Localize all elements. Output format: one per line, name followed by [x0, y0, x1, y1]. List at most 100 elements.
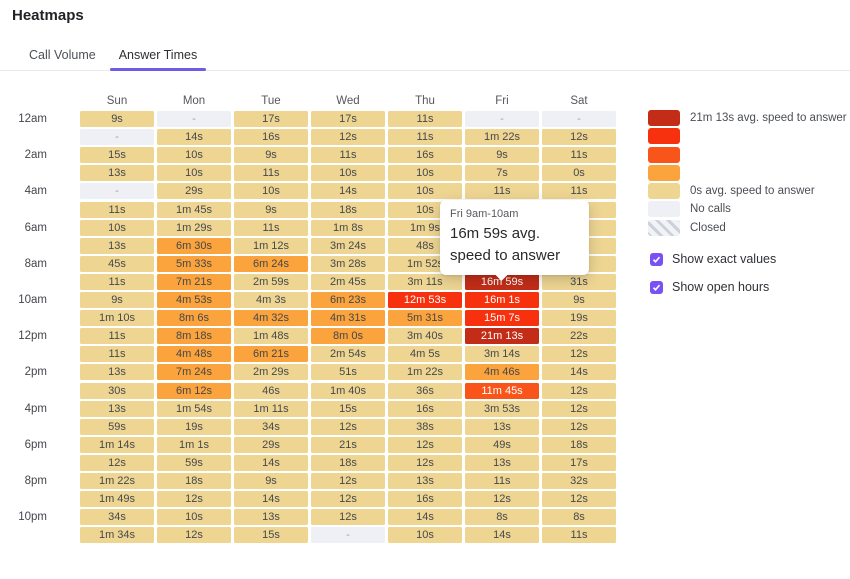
checkbox-show-exact-values[interactable]: [650, 253, 663, 266]
control-label[interactable]: Show exact values: [672, 252, 776, 266]
heatmap-cell[interactable]: 9s: [465, 147, 539, 163]
heatmap-cell[interactable]: 1m 1s: [157, 437, 231, 453]
heatmap-cell[interactable]: 16s: [388, 491, 462, 507]
heatmap-cell[interactable]: 8m 0s: [311, 328, 385, 344]
heatmap-cell[interactable]: 19s: [157, 419, 231, 435]
heatmap-cell[interactable]: 10s: [388, 165, 462, 181]
heatmap-cell[interactable]: 3m 53s: [465, 401, 539, 417]
heatmap-cell[interactable]: 17s: [311, 111, 385, 127]
heatmap-cell[interactable]: 12s: [542, 383, 616, 399]
heatmap-cell[interactable]: 3m 14s: [465, 346, 539, 362]
heatmap-cell[interactable]: -: [80, 129, 154, 145]
heatmap-cell[interactable]: 13s: [80, 364, 154, 380]
heatmap-cell[interactable]: 14s: [234, 491, 308, 507]
heatmap-cell[interactable]: 11s: [388, 129, 462, 145]
heatmap-cell[interactable]: 12s: [311, 491, 385, 507]
heatmap-cell[interactable]: 11s: [234, 220, 308, 236]
heatmap-cell[interactable]: 12s: [465, 491, 539, 507]
heatmap-cell[interactable]: 15s: [311, 401, 385, 417]
heatmap-cell[interactable]: 13s: [465, 455, 539, 471]
heatmap-cell[interactable]: 11s: [465, 183, 539, 199]
heatmap-cell[interactable]: 16s: [388, 401, 462, 417]
heatmap-cell[interactable]: 51s: [311, 364, 385, 380]
heatmap-cell[interactable]: 12s: [311, 419, 385, 435]
heatmap-cell[interactable]: 18s: [157, 473, 231, 489]
heatmap-cell[interactable]: 12s: [388, 455, 462, 471]
heatmap-cell[interactable]: 5m 31s: [388, 310, 462, 326]
heatmap-cell[interactable]: 11s: [80, 274, 154, 290]
heatmap-cell[interactable]: 14s: [311, 183, 385, 199]
heatmap-cell[interactable]: 12m 53s: [388, 292, 462, 308]
heatmap-cell[interactable]: 18s: [311, 202, 385, 218]
heatmap-cell[interactable]: 11s: [542, 147, 616, 163]
heatmap-cell[interactable]: 1m 8s: [311, 220, 385, 236]
heatmap-cell[interactable]: 12s: [157, 527, 231, 543]
heatmap-cell[interactable]: 17s: [542, 455, 616, 471]
heatmap-cell[interactable]: -: [80, 183, 154, 199]
heatmap-cell[interactable]: 2m 59s: [234, 274, 308, 290]
heatmap-cell[interactable]: -: [542, 111, 616, 127]
heatmap-cell[interactable]: 1m 34s: [80, 527, 154, 543]
heatmap-cell[interactable]: -: [311, 527, 385, 543]
heatmap-cell[interactable]: 9s: [80, 292, 154, 308]
heatmap-cell[interactable]: 13s: [388, 473, 462, 489]
heatmap-cell[interactable]: 21m 13s: [465, 328, 539, 344]
heatmap-cell[interactable]: 29s: [157, 183, 231, 199]
heatmap-cell[interactable]: 6m 30s: [157, 238, 231, 254]
control-show-open-hours[interactable]: Show open hours: [650, 280, 776, 294]
heatmap-cell[interactable]: 12s: [388, 437, 462, 453]
heatmap-cell[interactable]: 14s: [465, 527, 539, 543]
heatmap-cell[interactable]: 31s: [542, 274, 616, 290]
heatmap-cell[interactable]: 3m 28s: [311, 256, 385, 272]
heatmap-cell[interactable]: 3m 24s: [311, 238, 385, 254]
heatmap-cell[interactable]: 15s: [234, 527, 308, 543]
tab-call-volume[interactable]: Call Volume: [20, 40, 105, 70]
heatmap-cell[interactable]: 1m 10s: [80, 310, 154, 326]
heatmap-cell[interactable]: 29s: [234, 437, 308, 453]
heatmap-cell[interactable]: 22s: [542, 328, 616, 344]
heatmap-cell[interactable]: 10s: [157, 165, 231, 181]
heatmap-cell[interactable]: 14s: [234, 455, 308, 471]
heatmap-cell[interactable]: 46s: [234, 383, 308, 399]
heatmap-cell[interactable]: 32s: [542, 473, 616, 489]
checkbox-show-open-hours[interactable]: [650, 281, 663, 294]
heatmap-cell[interactable]: 12s: [311, 509, 385, 525]
tab-answer-times[interactable]: Answer Times: [110, 40, 207, 70]
heatmap-cell[interactable]: 2m 29s: [234, 364, 308, 380]
heatmap-cell[interactable]: 12s: [311, 129, 385, 145]
heatmap-cell[interactable]: 59s: [157, 455, 231, 471]
heatmap-cell[interactable]: 4m 46s: [465, 364, 539, 380]
heatmap-cell[interactable]: 7s: [465, 165, 539, 181]
heatmap-cell[interactable]: 34s: [234, 419, 308, 435]
heatmap-cell[interactable]: 4m 32s: [234, 310, 308, 326]
heatmap-cell[interactable]: 18s: [542, 437, 616, 453]
heatmap-cell[interactable]: 1m 22s: [80, 473, 154, 489]
heatmap-cell[interactable]: 11s: [311, 147, 385, 163]
heatmap-cell[interactable]: 8s: [542, 509, 616, 525]
heatmap-cell[interactable]: 4m 5s: [388, 346, 462, 362]
heatmap-cell[interactable]: 38s: [388, 419, 462, 435]
heatmap-cell[interactable]: 3m 11s: [388, 274, 462, 290]
heatmap-cell[interactable]: 1m 40s: [311, 383, 385, 399]
heatmap-cell[interactable]: 59s: [80, 419, 154, 435]
heatmap-cell[interactable]: 6m 12s: [157, 383, 231, 399]
heatmap-cell[interactable]: 0s: [542, 165, 616, 181]
heatmap-cell[interactable]: 11s: [388, 111, 462, 127]
heatmap-cell[interactable]: 1m 22s: [465, 129, 539, 145]
heatmap-cell[interactable]: 1m 48s: [234, 328, 308, 344]
heatmap-cell[interactable]: 12s: [542, 346, 616, 362]
heatmap-cell[interactable]: 11s: [465, 473, 539, 489]
heatmap-cell[interactable]: 10s: [157, 147, 231, 163]
heatmap-cell[interactable]: 10s: [157, 509, 231, 525]
heatmap-cell[interactable]: 1m 45s: [157, 202, 231, 218]
heatmap-cell[interactable]: 5m 33s: [157, 256, 231, 272]
heatmap-cell[interactable]: 4m 53s: [157, 292, 231, 308]
heatmap-cell[interactable]: 10s: [388, 183, 462, 199]
heatmap-cell[interactable]: 7m 21s: [157, 274, 231, 290]
heatmap-cell[interactable]: 16m 1s: [465, 292, 539, 308]
heatmap-cell[interactable]: 11m 45s: [465, 383, 539, 399]
heatmap-cell[interactable]: 6m 21s: [234, 346, 308, 362]
heatmap-cell[interactable]: 3m 40s: [388, 328, 462, 344]
heatmap-cell[interactable]: 10s: [80, 220, 154, 236]
heatmap-cell[interactable]: 1m 54s: [157, 401, 231, 417]
